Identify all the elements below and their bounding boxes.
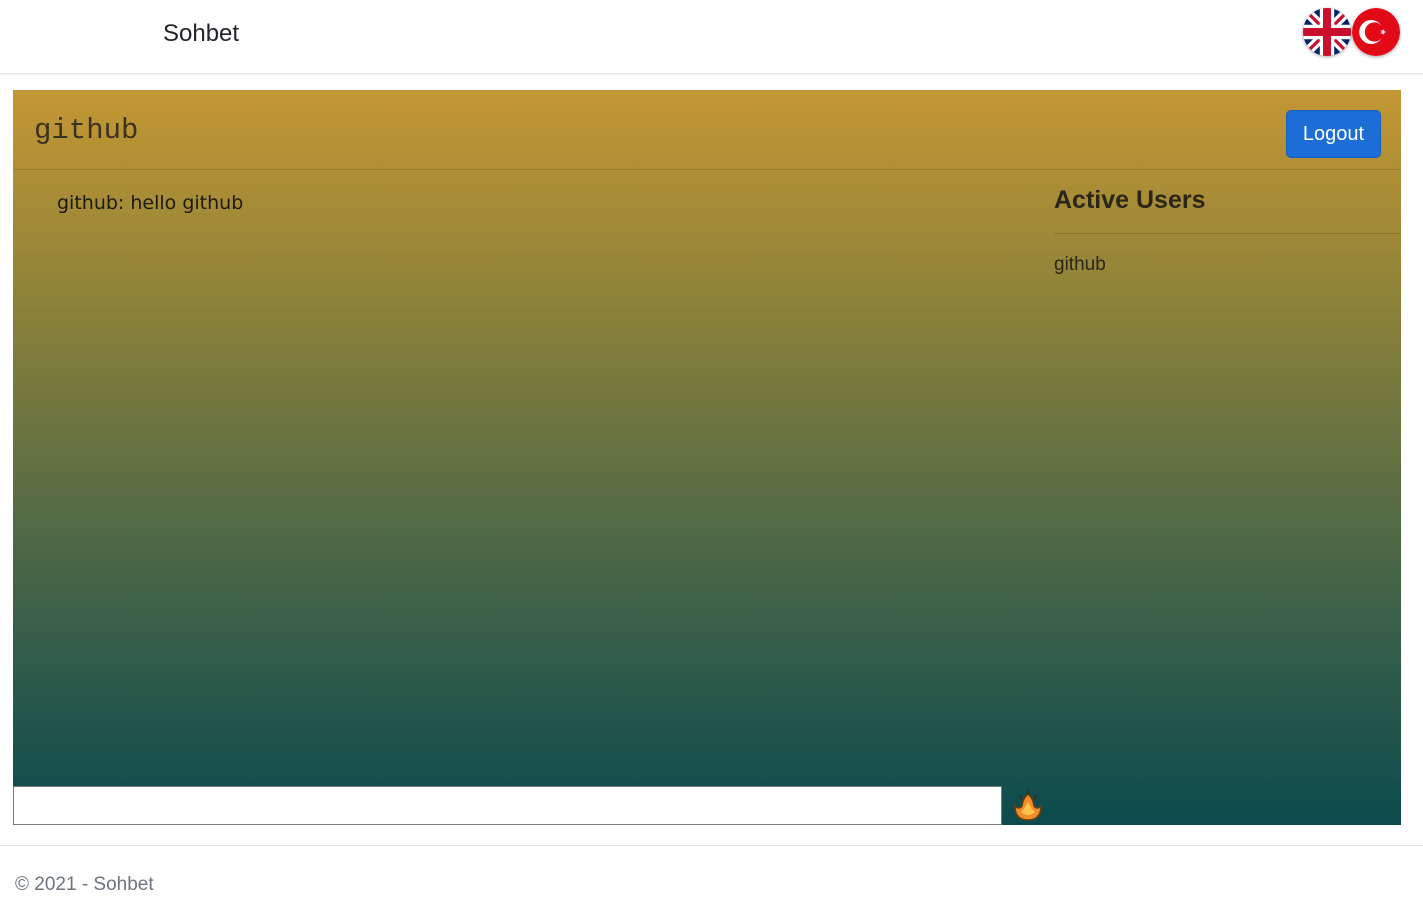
message-list: github: hello github bbox=[57, 192, 1037, 214]
turkey-flag-icon[interactable] bbox=[1352, 8, 1400, 56]
message-item: github: hello github bbox=[57, 192, 244, 214]
send-flame-icon[interactable] bbox=[1011, 788, 1045, 822]
page-footer: © 2021 - Sohbet bbox=[0, 845, 1423, 906]
active-users-pane: Active Users github bbox=[1054, 186, 1401, 276]
room-title: github bbox=[34, 114, 139, 147]
chat-header: github Logout bbox=[13, 90, 1401, 170]
footer-copyright: © 2021 - Sohbet bbox=[15, 874, 154, 895]
top-navbar: Sohbet bbox=[0, 0, 1423, 74]
uk-flag-icon[interactable] bbox=[1303, 8, 1351, 56]
active-user-item[interactable]: github bbox=[1054, 254, 1401, 276]
active-users-title: Active Users bbox=[1054, 186, 1401, 234]
chat-panel: github Logout github: hello github Activ… bbox=[13, 90, 1401, 825]
logout-button[interactable]: Logout bbox=[1286, 110, 1381, 158]
brand-link[interactable]: Sohbet bbox=[163, 20, 239, 48]
message-input[interactable] bbox=[13, 786, 1002, 825]
